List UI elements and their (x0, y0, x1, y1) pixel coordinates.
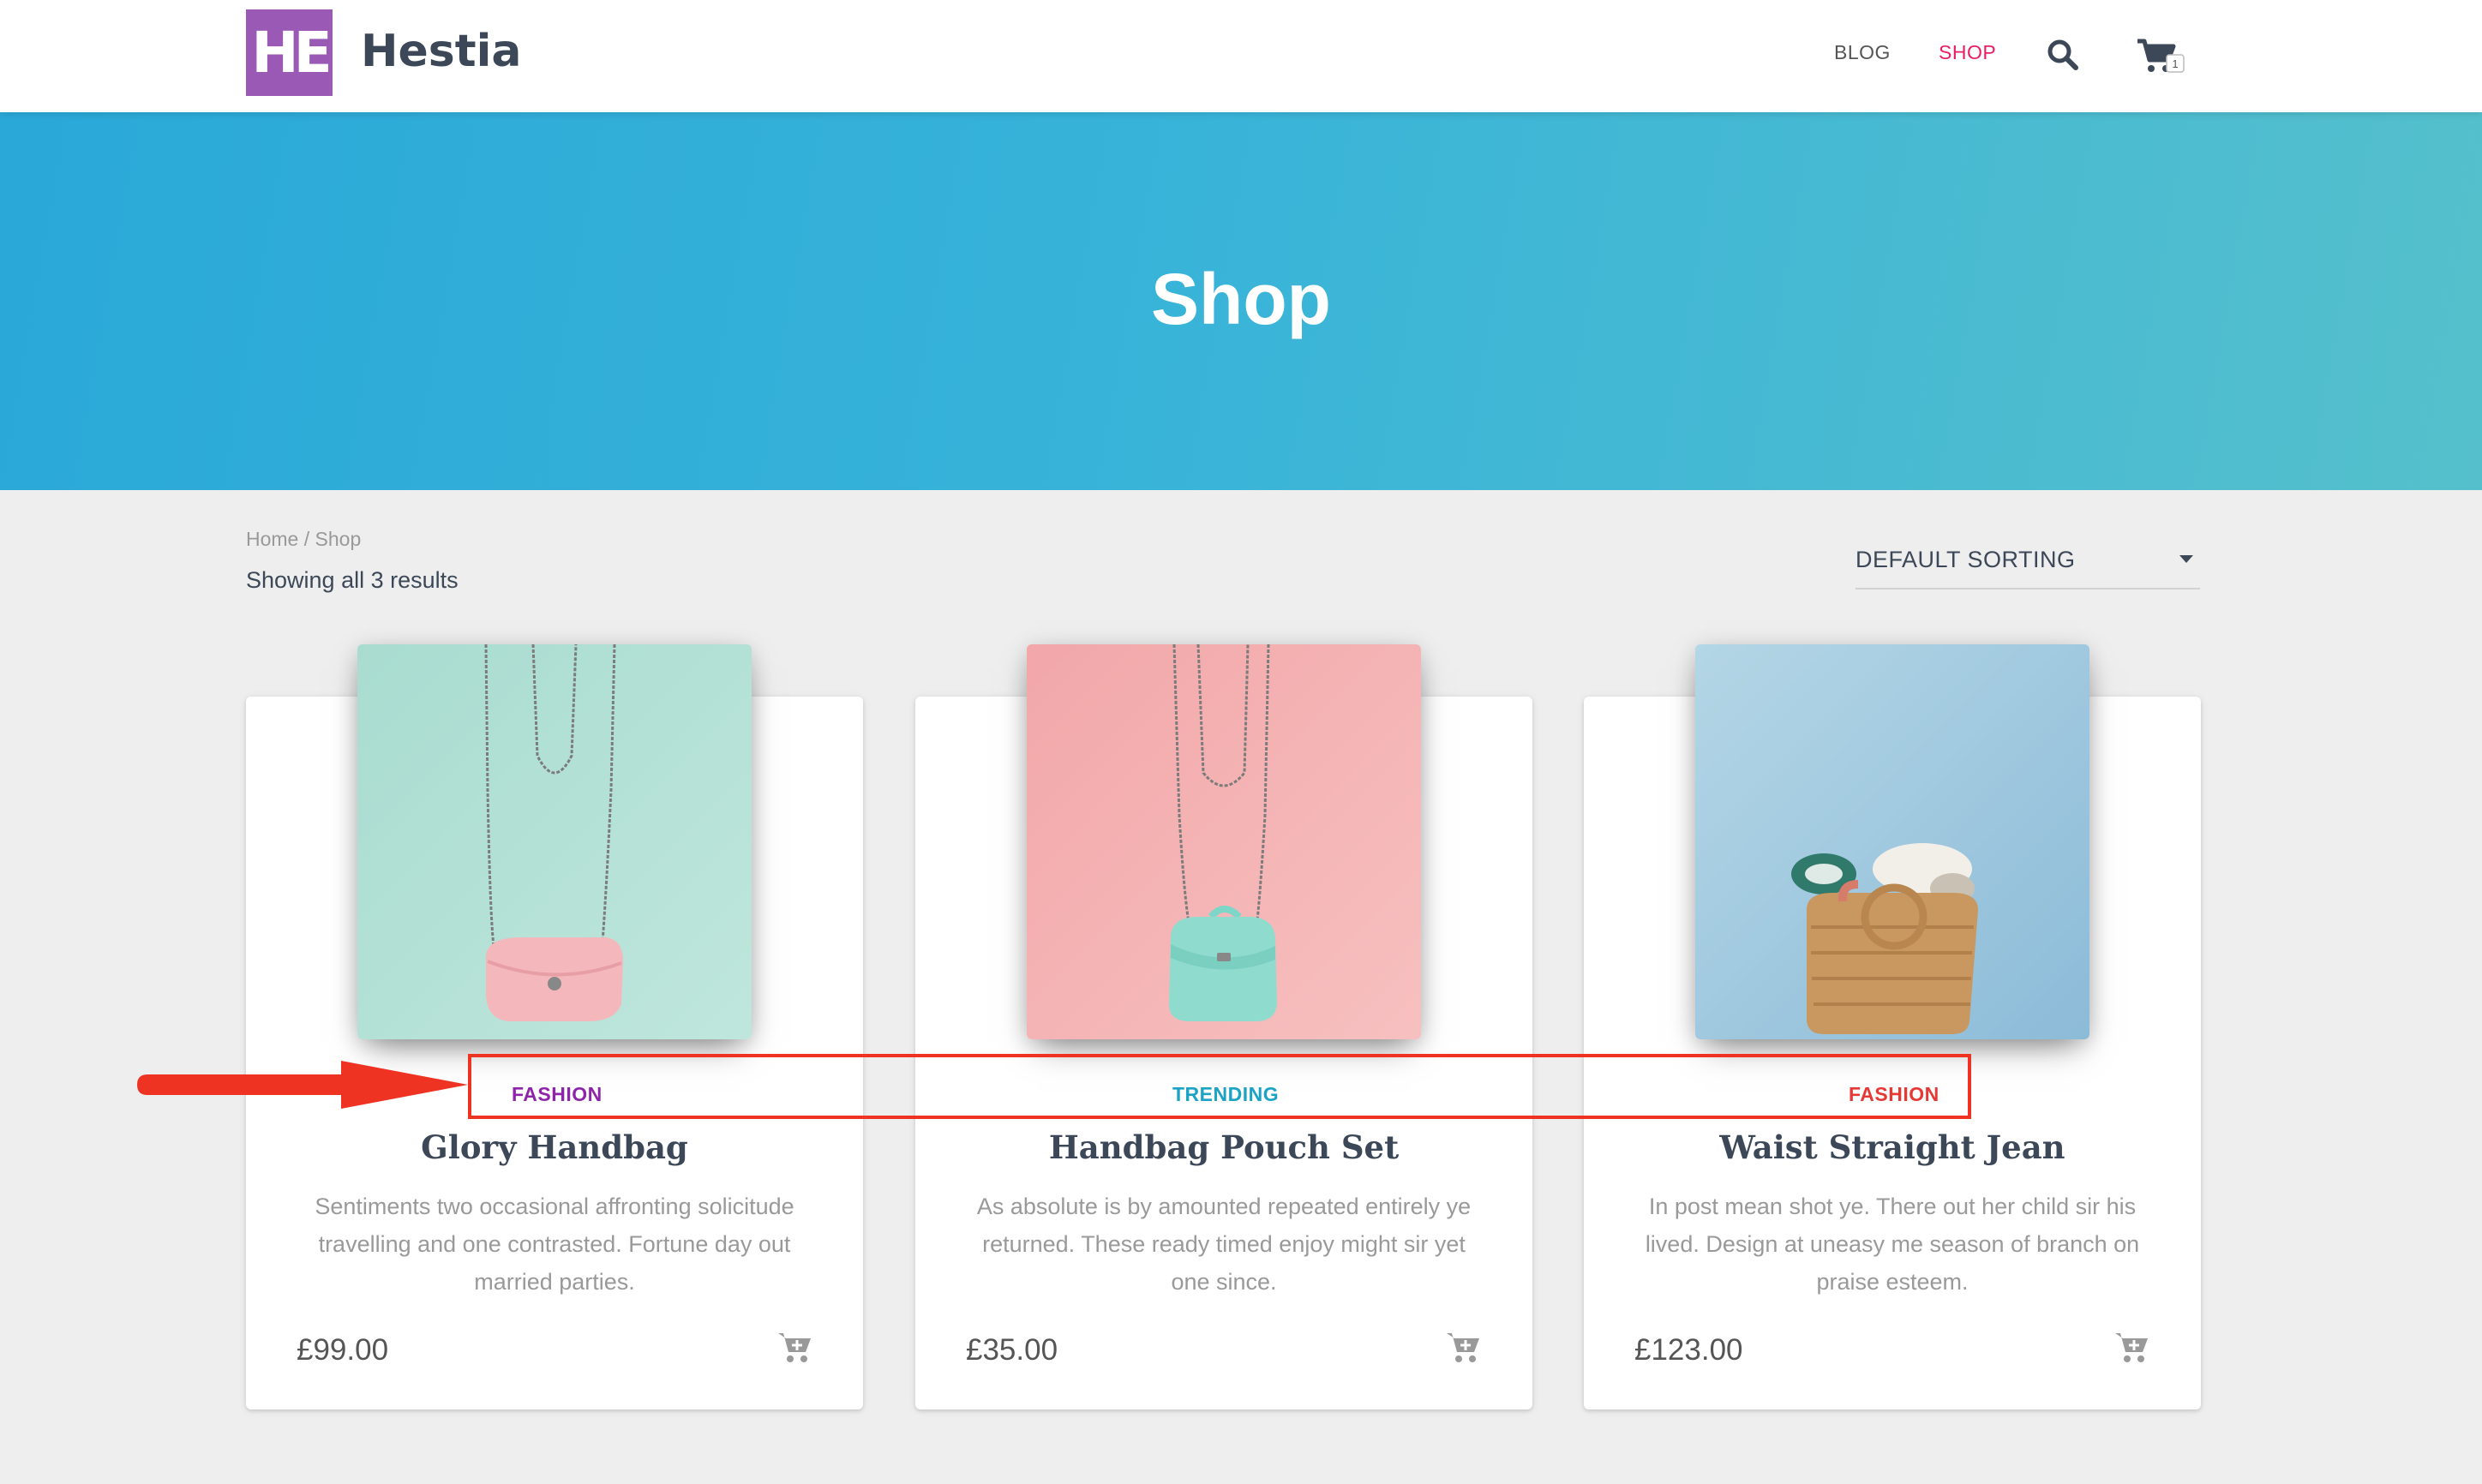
pink-bag-image (1027, 644, 1421, 1039)
page-title: Shop (1151, 259, 1331, 339)
nav-shop-link[interactable]: SHOP (1939, 41, 1996, 64)
product-image[interactable] (357, 644, 752, 1039)
product-price: £99.00 (297, 1333, 389, 1367)
cart-icon[interactable]: 1 (2136, 36, 2185, 75)
top-navbar: HE Hestia BLOG SHOP 1 (0, 0, 2482, 112)
hero-banner: Shop (0, 112, 2482, 490)
product-title[interactable]: Handbag Pouch Set (915, 1128, 1532, 1166)
product-description: As absolute is by amounted repeated enti… (976, 1194, 1472, 1295)
product-price: £123.00 (1634, 1333, 1743, 1367)
basket-image (1695, 644, 2089, 1039)
annotation-arrow-icon (137, 1061, 468, 1109)
mint-bag-image (357, 644, 752, 1039)
product-description: In post mean shot ye. There out her chil… (1645, 1194, 2140, 1295)
chevron-down-icon (2179, 555, 2193, 563)
product-price: £35.00 (966, 1333, 1058, 1367)
product-image[interactable] (1027, 644, 1421, 1039)
add-to-cart-icon[interactable] (1445, 1330, 1483, 1364)
product-description: Sentiments two occasional affronting sol… (315, 1194, 794, 1295)
breadcrumb[interactable]: Home / Shop (246, 528, 361, 551)
result-count: Showing all 3 results (246, 567, 459, 593)
hestia-logo[interactable]: HE (246, 9, 333, 96)
product-title[interactable]: Glory Handbag (246, 1128, 863, 1166)
product-title[interactable]: Waist Straight Jean (1584, 1128, 2201, 1166)
logo-letters: HE (251, 20, 332, 86)
sorting-selected-value: DEFAULT SORTING (1856, 547, 2076, 572)
brand-name[interactable]: Hestia (361, 26, 522, 77)
search-icon[interactable] (2046, 38, 2080, 72)
add-to-cart-icon[interactable] (2113, 1330, 2151, 1364)
annotation-highlight-box (468, 1054, 1971, 1119)
add-to-cart-icon[interactable] (776, 1330, 814, 1364)
nav-blog-link[interactable]: BLOG (1834, 41, 1891, 64)
sorting-dropdown[interactable]: DEFAULT SORTING (1856, 545, 2200, 589)
cart-count-badge: 1 (2172, 57, 2178, 70)
product-image[interactable] (1695, 644, 2089, 1039)
